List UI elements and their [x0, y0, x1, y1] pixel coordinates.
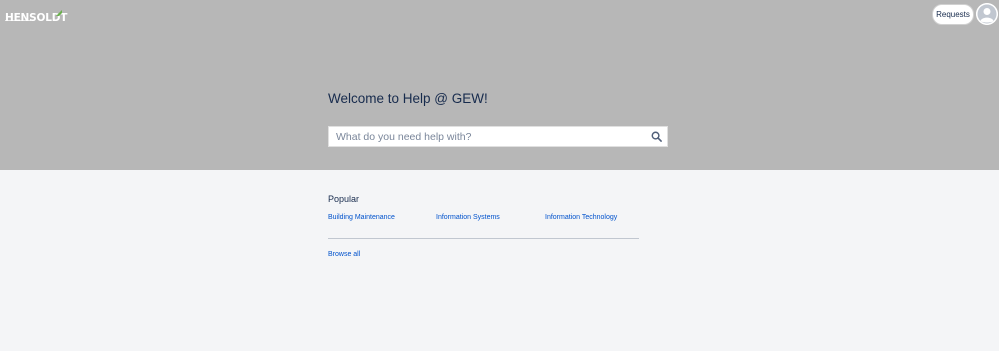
logo-underline [5, 20, 31, 21]
popular-heading: Popular [328, 194, 360, 204]
user-avatar-icon [976, 3, 998, 25]
search-icon[interactable] [651, 131, 662, 142]
popular-link-building-maintenance[interactable]: Building Maintenance [328, 214, 395, 221]
popular-link-information-technology[interactable]: Information Technology [545, 214, 617, 221]
section-divider [328, 238, 639, 239]
requests-button[interactable]: Requests [932, 4, 974, 25]
hero-banner: HENSOLDT Requests Welcome to Help @ GEW! [0, 0, 999, 170]
logo-accent-icon [56, 10, 62, 16]
search-box [328, 126, 668, 147]
popular-link-information-systems[interactable]: Information Systems [436, 214, 500, 221]
search-input[interactable] [329, 127, 639, 146]
hensoldt-logo[interactable]: HENSOLDT [5, 8, 67, 24]
user-avatar[interactable] [976, 3, 998, 25]
welcome-title: Welcome to Help @ GEW! [328, 91, 488, 106]
browse-all-link[interactable]: Browse all [328, 251, 360, 258]
